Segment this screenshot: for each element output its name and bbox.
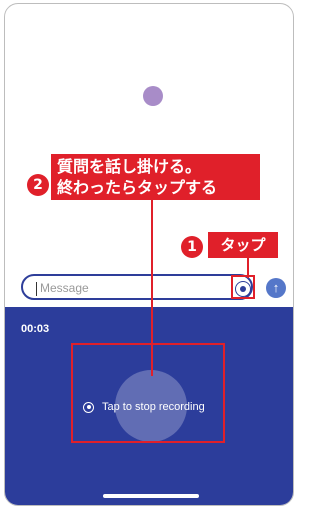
step-2-line-1: 質問を話し掛ける。 <box>57 157 202 176</box>
assistant-indicator-dot <box>143 86 163 106</box>
callout-connector-2 <box>151 196 153 376</box>
step-2-badge: 2 <box>27 174 49 196</box>
message-placeholder: Message <box>40 281 89 295</box>
voice-button-highlight <box>231 275 255 299</box>
step-2-line-2: 終わったらタップする <box>57 178 218 197</box>
step-1-badge: 1 <box>181 236 203 258</box>
home-indicator <box>103 494 199 498</box>
recording-timer: 00:03 <box>21 323 50 335</box>
stop-area-highlight <box>71 343 225 443</box>
message-input[interactable]: Message <box>21 274 253 300</box>
phone-screen: Message ↑ 00:03 Tap to stop recording 2 … <box>4 3 294 506</box>
send-arrow-icon[interactable]: ↑ <box>266 278 286 298</box>
step-2-callout: 質問を話し掛ける。 終わったらタップする <box>51 154 260 200</box>
recording-panel: 00:03 Tap to stop recording <box>5 307 293 505</box>
text-cursor <box>36 282 37 296</box>
step-1-callout: タップ <box>208 232 278 258</box>
